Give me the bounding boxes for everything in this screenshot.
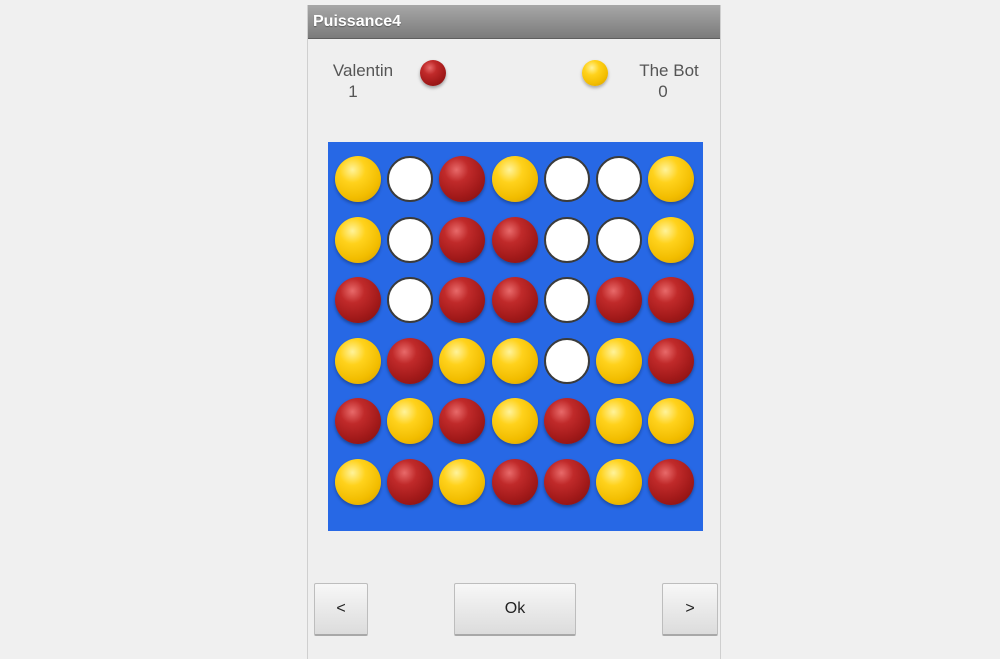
- board-cell-r3-c2-empty[interactable]: [387, 277, 434, 324]
- board-cell-r4-c6-yellow[interactable]: [596, 337, 642, 384]
- board-cell-r5-c5-red[interactable]: [543, 398, 590, 445]
- board-cell-r1-c5-empty[interactable]: [543, 156, 590, 202]
- board-cell-r5-c7-yellow[interactable]: [648, 398, 695, 445]
- player1-name: Valentin: [332, 61, 394, 80]
- board-cell-r3-c4-red[interactable]: [491, 277, 538, 324]
- player1-score: 1: [348, 82, 358, 101]
- board-cell-r1-c4-yellow[interactable]: [491, 156, 538, 202]
- board-cell-r2-c4-red[interactable]: [491, 216, 538, 263]
- ok-button[interactable]: Ok: [454, 583, 576, 636]
- board-cell-r2-c6-empty[interactable]: [596, 216, 642, 263]
- board-cell-r1-c1-yellow[interactable]: [335, 156, 381, 202]
- board-cell-r6-c4-red[interactable]: [491, 459, 538, 505]
- previous-button[interactable]: <: [314, 583, 368, 636]
- player2-score: 0: [658, 82, 668, 101]
- board-cell-r4-c3-yellow[interactable]: [439, 337, 486, 384]
- board-cell-r6-c7-red[interactable]: [648, 459, 695, 505]
- board-cell-r4-c4-yellow[interactable]: [491, 337, 538, 384]
- board-cell-r6-c1-yellow[interactable]: [335, 459, 381, 505]
- board-cell-r3-c1-red[interactable]: [335, 277, 381, 324]
- board-cell-r5-c2-yellow[interactable]: [387, 398, 434, 445]
- board-cell-r1-c3-red[interactable]: [439, 156, 486, 202]
- game-board[interactable]: [328, 142, 703, 531]
- title-bar: Puissance4: [308, 5, 720, 39]
- app-title: Puissance4: [313, 13, 402, 30]
- board-cell-r4-c7-red[interactable]: [648, 337, 695, 384]
- player2-token-icon: [582, 60, 608, 86]
- player2-name: The Bot: [639, 61, 699, 80]
- board-cell-r5-c3-red[interactable]: [439, 398, 486, 445]
- board-cell-r5-c1-red[interactable]: [335, 398, 381, 445]
- board-cell-r2-c7-yellow[interactable]: [648, 216, 695, 263]
- board-cell-r2-c2-empty[interactable]: [387, 216, 434, 263]
- board-cell-r5-c6-yellow[interactable]: [596, 398, 642, 445]
- board-cell-r6-c5-red[interactable]: [543, 459, 590, 505]
- board-cell-r3-c5-empty[interactable]: [543, 277, 590, 324]
- board-cell-r2-c1-yellow[interactable]: [335, 216, 381, 263]
- board-cell-r6-c3-yellow[interactable]: [439, 459, 486, 505]
- player1-token-icon: [420, 60, 446, 86]
- board-cell-r4-c1-yellow[interactable]: [335, 337, 381, 384]
- board-cell-r2-c5-empty[interactable]: [543, 216, 590, 263]
- board-cell-r3-c7-red[interactable]: [648, 277, 695, 324]
- board-cell-r3-c6-red[interactable]: [596, 277, 642, 324]
- board-cell-r4-c5-empty[interactable]: [543, 337, 590, 384]
- board-cell-r2-c3-red[interactable]: [439, 216, 486, 263]
- app-window: Puissance4 Valentin 1 The Bot 0 < Ok >: [307, 5, 721, 659]
- next-button[interactable]: >: [662, 583, 718, 636]
- board-cell-r1-c7-yellow[interactable]: [648, 156, 695, 202]
- board-cell-r6-c6-yellow[interactable]: [596, 459, 642, 505]
- board-cell-r6-c2-red[interactable]: [387, 459, 434, 505]
- board-cell-r3-c3-red[interactable]: [439, 277, 486, 324]
- board-cell-r4-c2-red[interactable]: [387, 337, 434, 384]
- board-cell-r1-c2-empty[interactable]: [387, 156, 434, 202]
- board-cell-r5-c4-yellow[interactable]: [491, 398, 538, 445]
- board-cell-r1-c6-empty[interactable]: [596, 156, 642, 202]
